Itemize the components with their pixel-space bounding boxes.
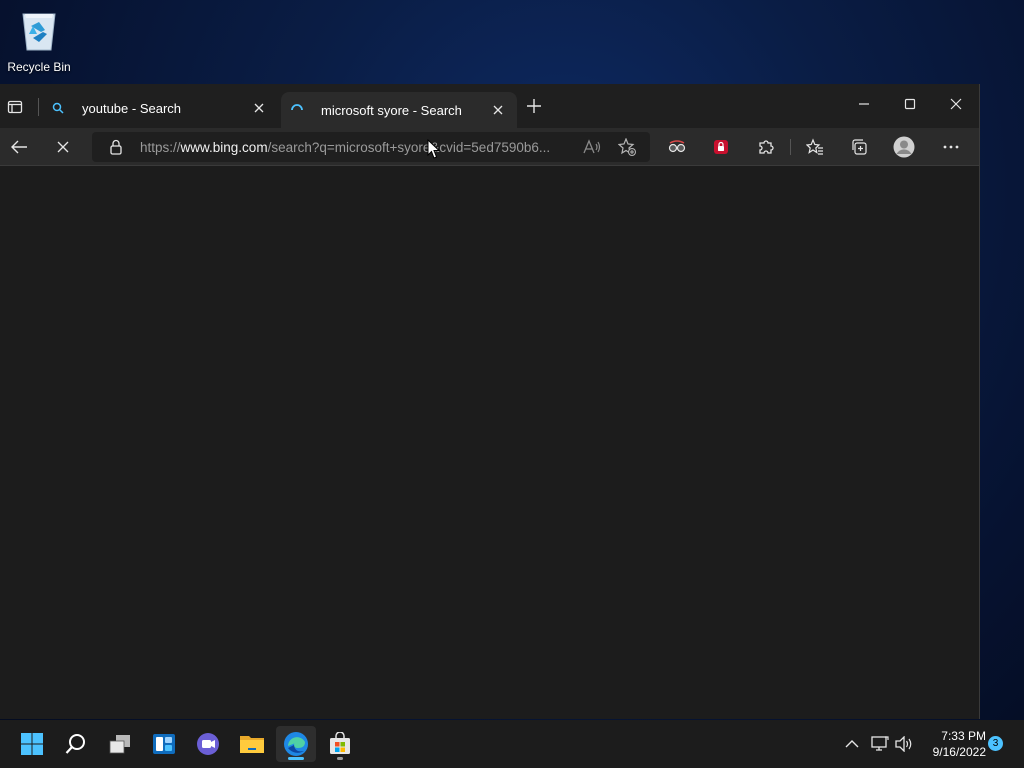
network-button[interactable] <box>870 734 890 754</box>
tab-label: youtube - Search <box>82 100 182 116</box>
tab-actions-icon <box>7 100 23 114</box>
close-icon <box>950 98 962 110</box>
avatar-icon <box>893 136 915 158</box>
close-icon <box>57 141 69 153</box>
extension-glasses-icon <box>668 140 686 153</box>
toolbar-separator <box>790 139 791 155</box>
page-content[interactable] <box>0 166 979 719</box>
address-bar[interactable]: https://www.bing.com/search?q=microsoft+… <box>92 132 650 162</box>
running-app-indicator <box>337 757 343 760</box>
close-tab-button[interactable] <box>250 99 268 117</box>
title-bar: youtube - Search microsoft syore - Searc… <box>0 84 979 128</box>
widgets-icon <box>153 734 175 754</box>
network-icon <box>871 736 889 751</box>
profile-button[interactable] <box>893 136 915 158</box>
edge-icon <box>284 732 308 756</box>
tab-separator <box>38 98 39 116</box>
collections-icon <box>852 139 867 155</box>
loading-spinner-icon <box>289 102 305 118</box>
add-favorite-button[interactable] <box>617 138 637 156</box>
file-explorer-icon <box>240 736 264 753</box>
close-window-button[interactable] <box>941 92 971 116</box>
url-path: /search?q=microsoft+syore&cvid=5ed7590b6… <box>267 139 551 155</box>
notification-badge[interactable]: 3 <box>988 736 1003 751</box>
task-view-icon <box>109 735 130 754</box>
collections-button[interactable] <box>848 136 870 158</box>
start-icon <box>21 733 43 755</box>
url-text[interactable]: https://www.bing.com/search?q=microsoft+… <box>140 140 576 155</box>
extensions-button[interactable] <box>755 136 777 158</box>
extension-button[interactable] <box>666 136 688 158</box>
task-view-button[interactable] <box>100 726 140 762</box>
read-aloud-button[interactable] <box>582 138 602 156</box>
widgets-button[interactable] <box>144 726 184 762</box>
plus-icon <box>527 99 541 113</box>
chat-button[interactable] <box>188 726 228 762</box>
close-icon <box>493 105 503 115</box>
arrow-left-icon <box>11 140 27 154</box>
navigation-toolbar: https://www.bing.com/search?q=microsoft+… <box>0 128 979 166</box>
volume-button[interactable] <box>894 734 914 754</box>
tab-label: microsoft syore - Search <box>321 102 462 118</box>
puzzle-icon <box>759 140 774 154</box>
search-icon <box>65 734 85 754</box>
store-button[interactable] <box>320 726 360 762</box>
mouse-cursor-icon <box>427 139 441 159</box>
clock-time: 7:33 PM <box>941 729 986 743</box>
store-icon <box>330 732 350 754</box>
tab-microsoft-syore-search[interactable]: microsoft syore - Search <box>281 92 517 128</box>
file-explorer-button[interactable] <box>232 726 272 762</box>
tab-actions-button[interactable] <box>4 96 26 118</box>
maximize-icon <box>904 98 916 110</box>
show-hidden-icons-button[interactable] <box>842 734 862 754</box>
edge-taskbar-button[interactable] <box>276 726 316 762</box>
more-horizontal-icon <box>943 145 959 149</box>
taskbar-search-button[interactable] <box>56 726 96 762</box>
volume-icon <box>895 736 912 752</box>
new-tab-button[interactable] <box>524 96 544 116</box>
close-icon <box>254 103 264 113</box>
tab-youtube-search[interactable]: youtube - Search <box>42 92 278 124</box>
search-icon <box>50 100 66 116</box>
desktop-icon-recycle-bin[interactable]: Recycle Bin <box>4 6 74 76</box>
lock-icon[interactable] <box>108 139 124 155</box>
lock-shield-icon <box>714 140 728 154</box>
desktop-icon-label: Recycle Bin <box>7 60 71 74</box>
taskbar-clock[interactable]: 7:33 PM 9/16/2022 <box>920 728 986 760</box>
start-button[interactable] <box>12 726 52 762</box>
favorites-icon <box>806 138 823 155</box>
star-add-icon <box>618 138 636 156</box>
close-tab-button[interactable] <box>489 101 507 119</box>
favorites-button[interactable] <box>804 136 826 158</box>
url-scheme: https:// <box>140 139 181 155</box>
stop-loading-button[interactable] <box>52 136 74 158</box>
chat-icon <box>197 733 219 755</box>
clock-date: 9/16/2022 <box>932 745 986 759</box>
url-host: www.bing.com <box>180 139 268 155</box>
minimize-icon <box>859 103 869 105</box>
chevron-up-icon <box>845 740 859 748</box>
recycle-bin-icon <box>22 13 56 51</box>
minimize-button[interactable] <box>849 92 879 116</box>
settings-more-button[interactable] <box>940 136 962 158</box>
active-app-indicator <box>288 757 304 760</box>
maximize-button[interactable] <box>895 92 925 116</box>
taskbar: 7:33 PM 9/16/2022 <box>0 720 1024 768</box>
read-aloud-icon <box>583 139 601 154</box>
password-manager-extension-button[interactable] <box>710 136 732 158</box>
back-button[interactable] <box>8 136 30 158</box>
browser-window: youtube - Search microsoft syore - Searc… <box>0 84 980 719</box>
